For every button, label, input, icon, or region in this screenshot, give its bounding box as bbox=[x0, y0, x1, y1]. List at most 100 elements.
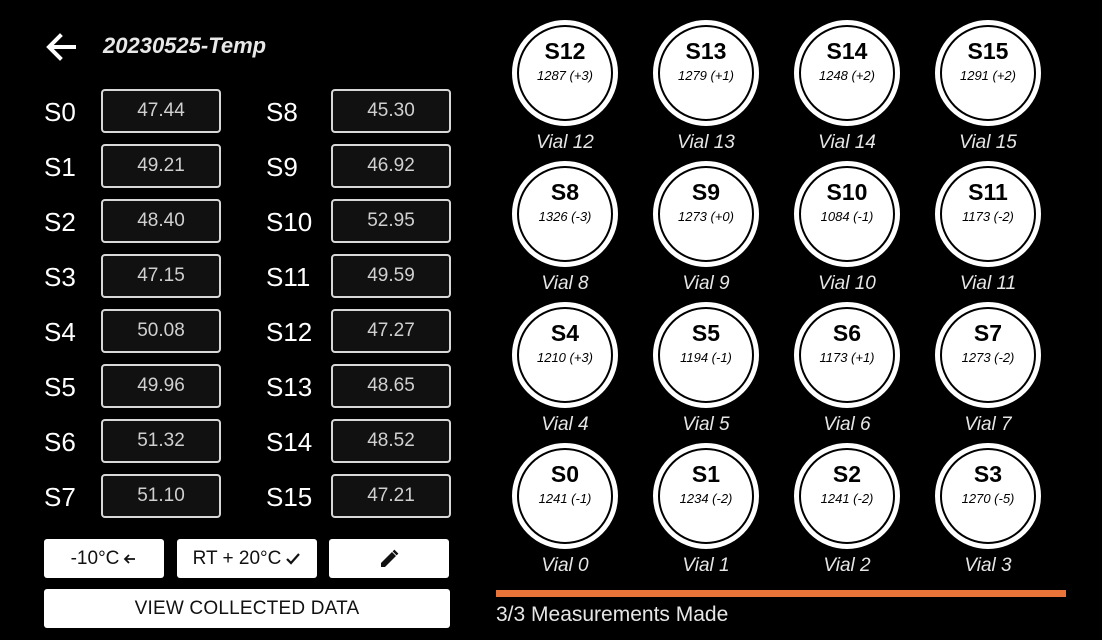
vial-button[interactable]: S3 1270 (-5) Vial 3 bbox=[935, 443, 1041, 578]
vial-caption: Vial 14 bbox=[818, 132, 876, 153]
set-room-temp-button[interactable]: RT + 20°C bbox=[177, 539, 317, 578]
vial-reading: 1210 (+3) bbox=[536, 350, 593, 365]
vial-sensor-name: S10 bbox=[826, 179, 868, 205]
edit-button[interactable] bbox=[329, 539, 449, 578]
vial-reading: 1173 (-2) bbox=[962, 209, 1014, 224]
vial-sensor-name: S8 bbox=[550, 179, 580, 205]
vial-sensor-name: S11 bbox=[968, 179, 1008, 205]
sensor-label: S12 bbox=[266, 317, 313, 347]
vial-caption: Vial 13 bbox=[677, 132, 735, 153]
sensor-value-field[interactable]: 51.10 bbox=[101, 474, 221, 518]
vial-caption: Vial 12 bbox=[536, 132, 594, 153]
arrow-left-icon bbox=[46, 33, 76, 61]
set-cold-label: -10°C bbox=[70, 547, 120, 569]
vial-button[interactable]: S15 1291 (+2) Vial 15 bbox=[935, 20, 1041, 155]
vial-caption: Vial 11 bbox=[959, 273, 1017, 294]
vial-button[interactable]: S14 1248 (+2) Vial 14 bbox=[794, 20, 900, 155]
sensor-label: S11 bbox=[266, 262, 311, 292]
measurement-progress-bar bbox=[496, 590, 1066, 597]
vial-caption: Vial 4 bbox=[541, 414, 589, 435]
vial-reading: 1287 (+3) bbox=[536, 68, 593, 83]
measurement-status-text: 3/3 Measurements Made bbox=[496, 603, 729, 626]
sensor-row: S4 50.08 S12 47.27 bbox=[40, 309, 460, 353]
vial-caption: Vial 2 bbox=[823, 555, 871, 576]
sensor-value-field[interactable]: 47.21 bbox=[331, 474, 451, 518]
vial-reading: 1291 (+2) bbox=[959, 68, 1016, 83]
vial-button[interactable]: S11 1173 (-2) Vial 11 bbox=[935, 161, 1041, 296]
vial-reading: 1270 (-5) bbox=[961, 491, 1015, 506]
vial-button[interactable]: S12 1287 (+3) Vial 12 bbox=[512, 20, 618, 155]
vial-reading: 1279 (+1) bbox=[677, 68, 734, 83]
sensor-label: S2 bbox=[44, 207, 76, 237]
vial-sensor-name: S0 bbox=[550, 461, 580, 487]
vial-reading: 1241 (-2) bbox=[820, 491, 874, 506]
sensor-value-field[interactable]: 46.92 bbox=[331, 144, 451, 188]
vial-button[interactable]: S9 1273 (+0) Vial 9 bbox=[653, 161, 759, 296]
vial-sensor-name: S2 bbox=[832, 461, 862, 487]
sensor-value-field[interactable]: 49.96 bbox=[101, 364, 221, 408]
vial-sensor-name: S9 bbox=[691, 179, 721, 205]
sensor-value-field[interactable]: 48.52 bbox=[331, 419, 451, 463]
sensor-value-field[interactable]: 48.65 bbox=[331, 364, 451, 408]
sensor-row: S6 51.32 S14 48.52 bbox=[40, 419, 460, 463]
pencil-icon bbox=[381, 549, 399, 567]
vial-button[interactable]: S4 1210 (+3) Vial 4 bbox=[512, 302, 618, 437]
sensor-label: S15 bbox=[266, 482, 313, 512]
sensor-value-field[interactable]: 49.59 bbox=[331, 254, 451, 298]
vial-sensor-name: S7 bbox=[973, 320, 1003, 346]
vial-button[interactable]: S1 1234 (-2) Vial 1 bbox=[653, 443, 759, 578]
sensor-value-field[interactable]: 47.15 bbox=[101, 254, 221, 298]
sensor-label: S3 bbox=[44, 262, 76, 292]
checkmark-icon bbox=[286, 552, 301, 565]
vial-caption: Vial 5 bbox=[682, 414, 730, 435]
vial-sensor-name: S14 bbox=[826, 38, 868, 64]
sensor-row: S5 49.96 S13 48.65 bbox=[40, 364, 460, 408]
back-button[interactable] bbox=[44, 30, 78, 64]
vial-caption: Vial 9 bbox=[682, 273, 730, 294]
vial-button[interactable]: S5 1194 (-1) Vial 5 bbox=[653, 302, 759, 437]
sensor-row: S3 47.15 S11 49.59 bbox=[40, 254, 460, 298]
view-collected-data-button[interactable]: VIEW COLLECTED DATA bbox=[44, 589, 450, 628]
vial-button[interactable]: S6 1173 (+1) Vial 6 bbox=[794, 302, 900, 437]
vial-caption: Vial 0 bbox=[541, 555, 589, 576]
vial-button[interactable]: S2 1241 (-2) Vial 2 bbox=[794, 443, 900, 578]
vial-button[interactable]: S10 1084 (-1) Vial 10 bbox=[794, 161, 900, 296]
vial-button[interactable]: S8 1326 (-3) Vial 8 bbox=[512, 161, 618, 296]
arrow-left-icon bbox=[124, 553, 136, 564]
sensor-label: S4 bbox=[44, 317, 76, 347]
sensor-value-field[interactable]: 52.95 bbox=[331, 199, 451, 243]
vial-sensor-name: S4 bbox=[550, 320, 580, 346]
sensor-value-field[interactable]: 49.21 bbox=[101, 144, 221, 188]
sensor-label: S9 bbox=[266, 152, 298, 182]
sensor-value-field[interactable]: 51.32 bbox=[101, 419, 221, 463]
set-cold-button[interactable]: -10°C bbox=[44, 539, 164, 578]
vial-caption: Vial 3 bbox=[964, 555, 1012, 576]
vial-reading: 1234 (-2) bbox=[679, 491, 733, 506]
vial-button[interactable]: S0 1241 (-1) Vial 0 bbox=[512, 443, 618, 578]
sensor-label: S8 bbox=[266, 97, 298, 127]
vial-sensor-name: S6 bbox=[832, 320, 862, 346]
sensor-row: S0 47.44 S8 45.30 bbox=[40, 89, 460, 133]
vial-button[interactable]: S13 1279 (+1) Vial 13 bbox=[653, 20, 759, 155]
sensor-value-field[interactable]: 45.30 bbox=[331, 89, 451, 133]
sensor-value-field[interactable]: 50.08 bbox=[101, 309, 221, 353]
vial-caption: Vial 7 bbox=[964, 414, 1012, 435]
sensor-value-field[interactable]: 47.27 bbox=[331, 309, 451, 353]
vial-caption: Vial 10 bbox=[818, 273, 876, 294]
experiment-title: 20230525-Temp bbox=[103, 33, 267, 58]
vial-reading: 1326 (-3) bbox=[538, 209, 592, 224]
vial-caption: Vial 1 bbox=[682, 555, 730, 576]
sensor-value-field[interactable]: 47.44 bbox=[101, 89, 221, 133]
vial-button[interactable]: S7 1273 (-2) Vial 7 bbox=[935, 302, 1041, 437]
sensor-label: S10 bbox=[266, 207, 313, 237]
vial-caption: Vial 6 bbox=[823, 414, 871, 435]
vial-reading: 1194 (-1) bbox=[680, 350, 732, 365]
vial-sensor-name: S5 bbox=[691, 320, 721, 346]
sensor-row: S7 51.10 S15 47.21 bbox=[40, 474, 460, 518]
vial-reading: 1273 (+0) bbox=[677, 209, 734, 224]
vial-caption: Vial 8 bbox=[541, 273, 589, 294]
vial-reading: 1173 (+1) bbox=[819, 350, 875, 365]
sensor-value-field[interactable]: 48.40 bbox=[101, 199, 221, 243]
sensor-label: S7 bbox=[44, 482, 76, 512]
sensor-label: S14 bbox=[266, 427, 313, 457]
